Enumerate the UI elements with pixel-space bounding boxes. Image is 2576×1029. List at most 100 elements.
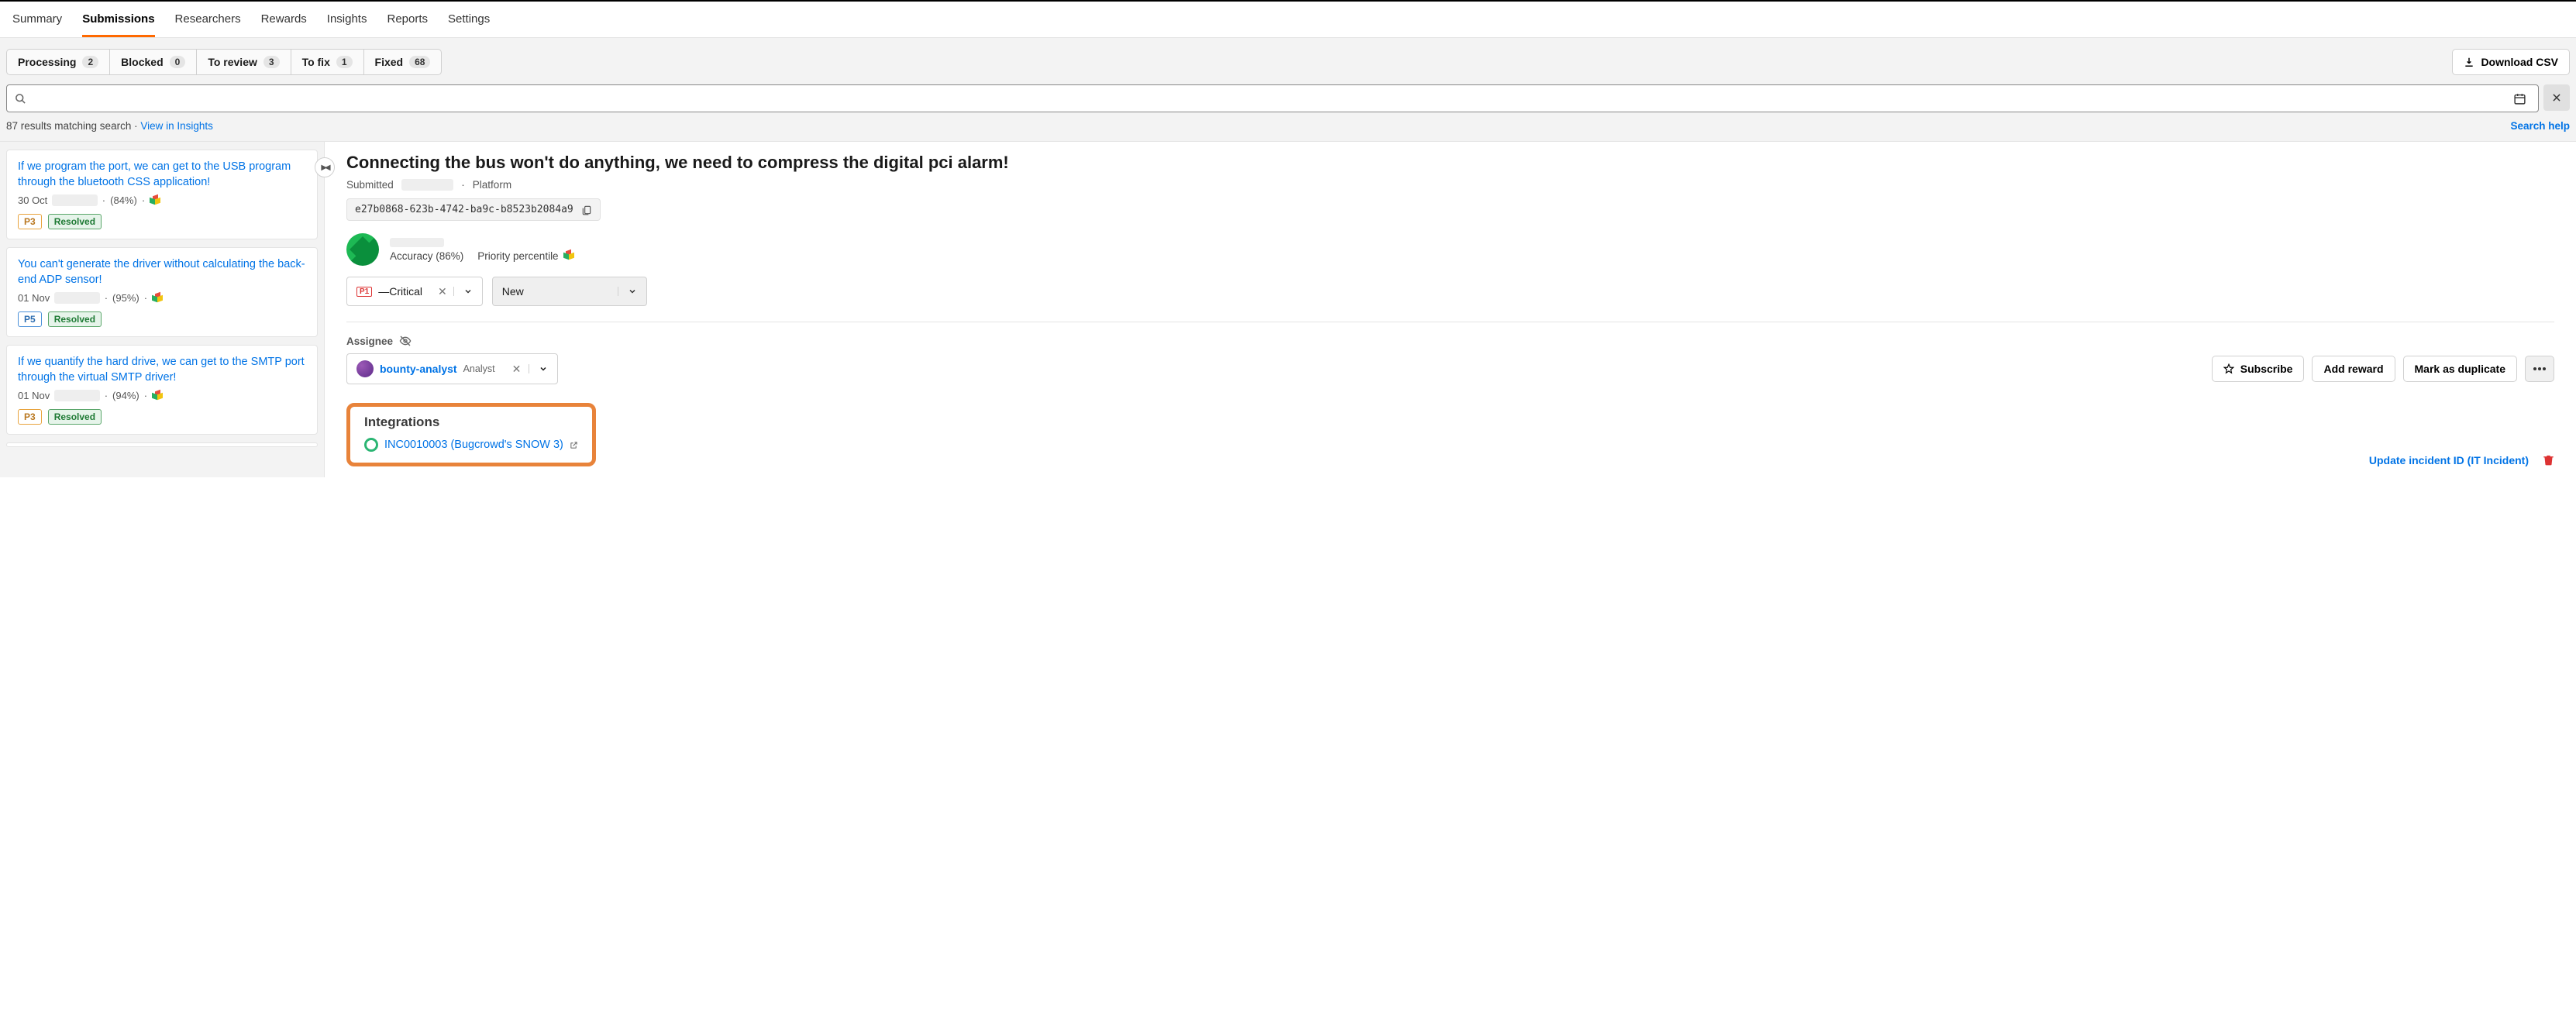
close-icon xyxy=(2551,92,2562,103)
filter-count: 1 xyxy=(336,56,353,68)
integration-link-text: INC0010003 (Bugcrowd's SNOW 3) xyxy=(384,439,563,451)
filter-label: Processing xyxy=(18,56,76,68)
clear-priority-button[interactable]: ✕ xyxy=(432,285,453,298)
subscribe-button[interactable]: Subscribe xyxy=(2212,356,2305,382)
reporter-name[interactable] xyxy=(390,238,444,247)
clear-assignee-button[interactable]: ✕ xyxy=(505,363,529,376)
submission-id-chip: e27b0868-623b-4742-ba9c-b8523b2084a9 xyxy=(346,198,601,221)
state-text: New xyxy=(502,285,524,298)
submission-detail: Connecting the bus won't do anything, we… xyxy=(325,142,2576,477)
assignee-avatar xyxy=(356,360,374,377)
more-actions-button[interactable] xyxy=(2525,356,2554,382)
tab-summary[interactable]: Summary xyxy=(12,2,62,37)
priority-cube-icon xyxy=(152,293,163,304)
assignee-name[interactable]: bounty-analyst xyxy=(380,363,457,375)
filter-label: Blocked xyxy=(121,56,163,68)
filter-count: 3 xyxy=(263,56,280,68)
reporter-row: Accuracy (86%) Priority percentile xyxy=(346,233,2554,266)
external-link-icon xyxy=(570,441,578,449)
subscribe-label: Subscribe xyxy=(2240,363,2293,375)
filter-blocked[interactable]: Blocked 0 xyxy=(109,49,196,75)
priority-badge: P3 xyxy=(18,409,42,425)
reporter-priority-percentile: Priority percentile xyxy=(477,250,573,262)
filter-count: 0 xyxy=(170,56,186,68)
download-csv-button[interactable]: Download CSV xyxy=(2452,49,2570,75)
integrations-highlight: Integrations INC0010003 (Bugcrowd's SNOW… xyxy=(346,403,596,466)
filter-to-fix[interactable]: To fix 1 xyxy=(291,49,363,75)
status-badge: Resolved xyxy=(48,214,102,229)
search-field[interactable] xyxy=(6,84,2539,112)
mark-duplicate-button[interactable]: Mark as duplicate xyxy=(2403,356,2518,382)
submission-meta: Submitted xxxxxxxxxx · Platform xyxy=(346,179,2554,191)
calendar-icon xyxy=(2513,92,2526,105)
chevron-down-icon xyxy=(628,287,637,296)
list-item-meta: 30 Oct xxxxxxxxx · (84%) · xyxy=(18,194,306,206)
download-icon xyxy=(2464,57,2474,67)
list-item-title[interactable]: If we program the port, we can get to th… xyxy=(18,160,306,190)
priority-select[interactable]: P1 —Critical ✕ xyxy=(346,277,483,306)
assignee-select[interactable]: bounty-analyst Analyst ✕ xyxy=(346,353,558,384)
assignee-label: Assignee xyxy=(346,335,2554,347)
tab-rewards[interactable]: Rewards xyxy=(261,2,307,37)
priority-cube-icon xyxy=(152,391,163,401)
top-nav: Summary Submissions Researchers Rewards … xyxy=(0,2,2576,38)
priority-cube-icon xyxy=(563,250,574,261)
filter-count: 68 xyxy=(409,56,430,68)
reporter-avatar[interactable] xyxy=(346,233,379,266)
chevron-down-icon xyxy=(463,287,473,296)
copy-id-button[interactable] xyxy=(581,205,592,215)
tab-researchers[interactable]: Researchers xyxy=(175,2,241,37)
list-item-title[interactable]: You can't generate the driver without ca… xyxy=(18,257,306,287)
star-icon xyxy=(2223,363,2234,374)
priority-text: —Critical xyxy=(378,285,422,298)
update-incident-link[interactable]: Update incident ID (IT Incident) xyxy=(2369,454,2529,466)
filter-fixed[interactable]: Fixed 68 xyxy=(363,49,443,75)
clipboard-icon xyxy=(581,205,592,215)
tab-submissions[interactable]: Submissions xyxy=(82,2,154,37)
list-item[interactable]: If we program the port, we can get to th… xyxy=(6,150,318,239)
search-help-link[interactable]: Search help xyxy=(2510,120,2570,132)
priority-tag: P1 xyxy=(356,287,372,297)
download-csv-label: Download CSV xyxy=(2481,56,2558,68)
submissions-list: ▶ ◀ If we program the port, we can get t… xyxy=(0,142,325,477)
chevron-down-icon xyxy=(539,364,548,373)
filter-processing[interactable]: Processing 2 xyxy=(6,49,109,75)
trash-icon xyxy=(2543,453,2554,466)
submission-id-text: e27b0868-623b-4742-ba9c-b8523b2084a9 xyxy=(355,204,573,215)
delete-integration-button[interactable] xyxy=(2543,453,2554,466)
priority-cube-icon xyxy=(150,195,160,206)
status-badge: Resolved xyxy=(48,409,102,425)
filter-count: 2 xyxy=(82,56,98,68)
date-picker-button[interactable] xyxy=(2509,88,2530,109)
tab-reports[interactable]: Reports xyxy=(387,2,428,37)
list-item[interactable]: If we quantify the hard drive, we can ge… xyxy=(6,345,318,435)
filter-label: To fix xyxy=(302,56,330,68)
list-item[interactable] xyxy=(6,442,318,447)
tab-settings[interactable]: Settings xyxy=(448,2,490,37)
state-select[interactable]: New xyxy=(492,277,647,306)
integration-link[interactable]: INC0010003 (Bugcrowd's SNOW 3) xyxy=(364,438,578,452)
status-badge: Resolved xyxy=(48,311,102,327)
integrations-heading: Integrations xyxy=(364,415,578,430)
clear-search-button[interactable] xyxy=(2543,84,2570,111)
servicenow-icon xyxy=(364,438,378,452)
list-item-title[interactable]: If we quantify the hard drive, we can ge… xyxy=(18,355,306,385)
eye-off-icon xyxy=(399,335,412,347)
add-reward-button[interactable]: Add reward xyxy=(2312,356,2395,382)
priority-dropdown-toggle[interactable] xyxy=(453,287,482,296)
search-input[interactable] xyxy=(33,85,2502,112)
list-item-meta: 01 Nov xxxxxxxxx · (94%) · xyxy=(18,390,306,401)
submission-title: Connecting the bus won't do anything, we… xyxy=(346,153,2554,173)
filter-to-review[interactable]: To review 3 xyxy=(196,49,290,75)
state-dropdown-toggle[interactable] xyxy=(618,287,646,296)
list-item[interactable]: You can't generate the driver without ca… xyxy=(6,247,318,337)
view-in-insights-link[interactable]: View in Insights xyxy=(140,120,213,132)
priority-badge: P3 xyxy=(18,214,42,229)
priority-badge: P5 xyxy=(18,311,42,327)
results-summary: 87 results matching search · View in Ins… xyxy=(6,120,213,132)
assignee-dropdown-toggle[interactable] xyxy=(529,364,557,373)
assignee-role: Analyst xyxy=(463,363,495,374)
tab-insights[interactable]: Insights xyxy=(327,2,367,37)
collapse-list-button[interactable]: ▶ ◀ xyxy=(315,157,335,177)
reporter-accuracy: Accuracy (86%) xyxy=(390,250,463,262)
